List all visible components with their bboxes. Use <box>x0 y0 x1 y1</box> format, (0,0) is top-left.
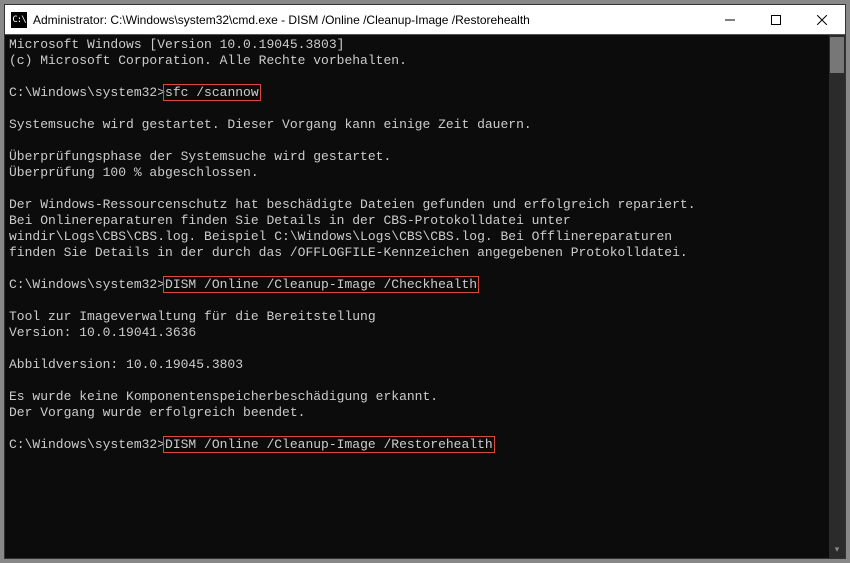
maximize-button[interactable] <box>753 5 799 34</box>
output-line: Der Windows-Ressourcenschutz hat beschäd… <box>9 197 696 212</box>
scrollbar-thumb[interactable] <box>830 37 844 73</box>
terminal-area: Microsoft Windows [Version 10.0.19045.38… <box>5 35 845 558</box>
output-line: Bei Onlinereparaturen finden Sie Details… <box>9 213 571 228</box>
output-line: Überprüfungsphase der Systemsuche wird g… <box>9 149 391 164</box>
output-line: Systemsuche wird gestartet. Dieser Vorga… <box>9 117 532 132</box>
output-line: Tool zur Imageverwaltung für die Bereits… <box>9 309 376 324</box>
output-line: Überprüfung 100 % abgeschlossen. <box>9 165 259 180</box>
output-line: Abbildversion: 10.0.19045.3803 <box>9 357 243 372</box>
minimize-button[interactable] <box>707 5 753 34</box>
cmd-window: C:\ Administrator: C:\Windows\system32\c… <box>4 4 846 559</box>
titlebar[interactable]: C:\ Administrator: C:\Windows\system32\c… <box>5 5 845 35</box>
command-sfc-scannow: sfc /scannow <box>163 84 261 101</box>
output-line: Version: 10.0.19041.3636 <box>9 325 196 340</box>
window-controls <box>707 5 845 34</box>
command-dism-restorehealth: DISM /Online /Cleanup-Image /Restoreheal… <box>163 436 495 453</box>
prompt: C:\Windows\system32> <box>9 85 165 100</box>
scrollbar-down-arrow-icon[interactable]: ▾ <box>830 542 844 556</box>
vertical-scrollbar[interactable]: ▾ <box>829 35 845 558</box>
prompt: C:\Windows\system32> <box>9 277 165 292</box>
window-title: Administrator: C:\Windows\system32\cmd.e… <box>33 13 707 27</box>
close-button[interactable] <box>799 5 845 34</box>
terminal-output[interactable]: Microsoft Windows [Version 10.0.19045.38… <box>5 35 829 558</box>
copyright-line: (c) Microsoft Corporation. Alle Rechte v… <box>9 53 407 68</box>
output-line: Es wurde keine Komponentenspeicherbeschä… <box>9 389 438 404</box>
prompt: C:\Windows\system32> <box>9 437 165 452</box>
output-line: windir\Logs\CBS\CBS.log. Beispiel C:\Win… <box>9 229 672 244</box>
output-line: Der Vorgang wurde erfolgreich beendet. <box>9 405 305 420</box>
version-line: Microsoft Windows [Version 10.0.19045.38… <box>9 37 344 52</box>
cmd-icon: C:\ <box>11 12 27 28</box>
output-line: finden Sie Details in der durch das /OFF… <box>9 245 688 260</box>
command-dism-checkhealth: DISM /Online /Cleanup-Image /Checkhealth <box>163 276 479 293</box>
